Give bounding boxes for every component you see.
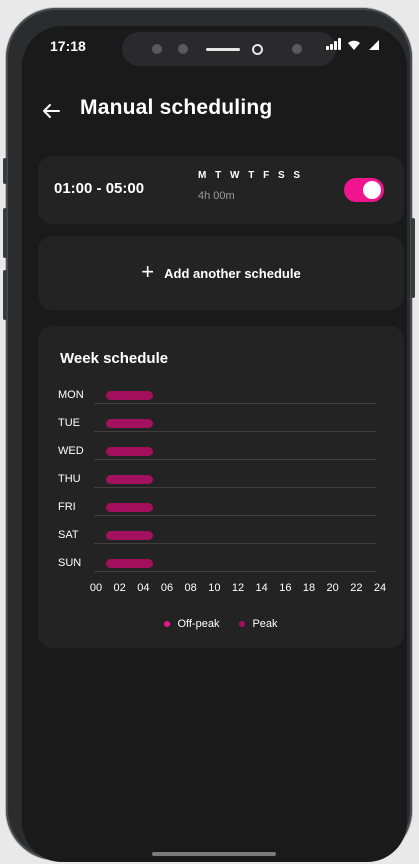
add-schedule-label: Add another schedule (164, 265, 301, 281)
schedule-bar-tue (105, 419, 154, 428)
arrow-left-icon[interactable] (40, 100, 62, 122)
sensor-dot-icon (178, 44, 188, 54)
schedule-days: M T W T F S S (198, 170, 304, 181)
schedule-row-thu: THU (38, 470, 404, 492)
row-gridline (94, 431, 376, 432)
day-label: FRI (58, 501, 76, 513)
island-dot-icon (292, 44, 302, 54)
schedule-time-range: 01:00 - 05:00 (54, 180, 145, 197)
schedule-bar-mon (105, 391, 154, 400)
hour-tick-label: 16 (279, 582, 292, 594)
battery-icon (367, 39, 381, 50)
hour-tick-label: 22 (350, 582, 363, 594)
row-gridline (94, 543, 376, 544)
legend-label: Off-peak (177, 618, 220, 630)
hour-tick-label: 00 (89, 582, 103, 594)
camera-dot-icon (152, 44, 162, 54)
app-screen: 17:18 Manual scheduling 01:00 - 05:00 M … (22, 26, 407, 862)
page-header: Manual scheduling (22, 94, 407, 134)
schedule-card[interactable]: 01:00 - 05:00 M T W T F S S 4h 00m (38, 156, 404, 224)
schedule-toggle[interactable] (344, 178, 384, 202)
hour-axis: 00 02 04 06 08 10 12 14 16 18 20 22 24 (38, 582, 404, 598)
hour-tick-label: 14 (255, 582, 268, 594)
signal-icon (326, 38, 341, 50)
row-gridline (94, 403, 376, 404)
island-bar (206, 48, 240, 51)
hour-tick-label: 04 (137, 582, 150, 594)
status-time: 17:18 (50, 38, 86, 54)
week-schedule-card: Week schedule MON TUE WED THU FRI SAT SUN 00 02… (38, 326, 404, 648)
hour-tick-label: 18 (302, 582, 316, 594)
hour-tick-label: 20 (326, 582, 339, 594)
legend-label: Peak (252, 618, 278, 630)
day-label: SUN (58, 557, 82, 569)
week-schedule-title: Week schedule (60, 350, 169, 367)
page-title: Manual scheduling (80, 96, 273, 119)
volume-up-button (3, 208, 7, 258)
toggle-knob (363, 181, 381, 199)
day-label: THU (58, 473, 81, 485)
legend-dot-icon (164, 621, 171, 627)
power-button (411, 218, 415, 298)
status-icons (326, 38, 381, 50)
wifi-icon (347, 40, 361, 50)
hour-tick-label: 12 (231, 582, 245, 594)
day-label: MON (58, 389, 84, 401)
volume-down-button (3, 270, 7, 320)
schedule-bar-sun (105, 559, 154, 568)
legend-item: Peak (239, 618, 278, 630)
mute-switch (3, 158, 7, 184)
schedule-row-tue: TUE (38, 414, 404, 436)
home-indicator[interactable] (152, 852, 276, 856)
add-schedule-card: + Add another schedule (38, 236, 404, 310)
legend-dot-icon (239, 621, 246, 627)
schedule-row-fri: FRI (38, 498, 404, 520)
day-label: SAT (58, 529, 79, 541)
row-gridline (94, 487, 376, 488)
schedule-bar-thu (105, 475, 154, 484)
schedule-duration: 4h 00m (198, 190, 235, 202)
schedule-row-wed: WED (38, 442, 404, 464)
week-schedule-legend: Off-peak Peak (38, 618, 404, 630)
hour-tick-label: 02 (113, 582, 126, 594)
phone-frame: 17:18 Manual scheduling 01:00 - 05:00 M … (3, 8, 415, 862)
row-gridline (94, 459, 376, 460)
schedule-bar-wed (105, 447, 154, 456)
status-bar: 17:18 (22, 26, 407, 70)
hour-tick-label: 06 (160, 582, 174, 594)
hour-tick-label: 24 (373, 582, 387, 594)
plus-icon: + (141, 258, 155, 284)
row-gridline (94, 571, 376, 572)
schedule-row-mon: MON (38, 386, 404, 408)
hour-tick-label: 08 (184, 582, 197, 594)
hour-tick-label: 10 (208, 582, 221, 594)
schedule-bar-fri (105, 503, 154, 512)
island-ring-icon (252, 44, 263, 55)
schedule-bar-sat (105, 531, 154, 540)
legend-item: Off-peak (164, 618, 219, 630)
day-label: TUE (58, 417, 80, 429)
dynamic-island (122, 32, 336, 66)
day-label: WED (58, 445, 84, 457)
add-schedule-button[interactable]: + Add another schedule (38, 236, 404, 310)
schedule-row-sun: SUN (38, 554, 404, 576)
schedule-row-sat: SAT (38, 526, 404, 548)
row-gridline (94, 515, 376, 516)
